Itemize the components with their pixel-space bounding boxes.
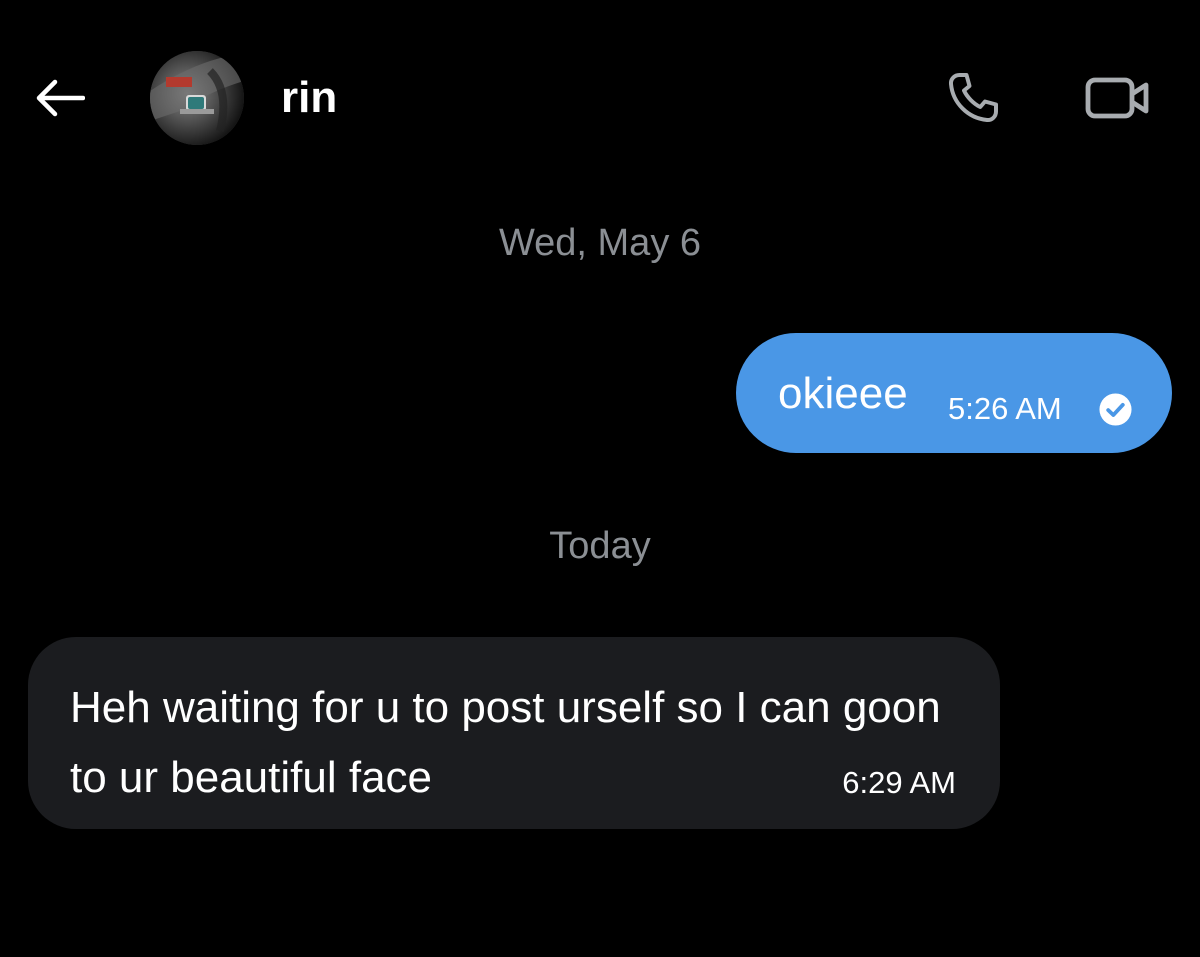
avatar[interactable] xyxy=(150,51,244,145)
video-camera-icon xyxy=(1085,77,1149,119)
dm-conversation-screen: rin Wed, May 6 okieee 5:26 AM Today Heh … xyxy=(0,0,1200,957)
date-separator: Wed, May 6 xyxy=(498,222,702,264)
voice-call-button[interactable] xyxy=(938,66,1008,130)
outgoing-message-bubble[interactable]: okieee 5:26 AM xyxy=(736,333,1172,453)
date-separator: Today xyxy=(549,525,651,567)
video-call-button[interactable] xyxy=(1078,66,1158,130)
back-button[interactable] xyxy=(28,70,90,126)
message-timestamp: 6:29 AM xyxy=(842,765,956,800)
contact-name[interactable]: rin xyxy=(281,72,337,124)
message-timestamp: 5:26 AM xyxy=(948,391,1062,426)
read-check-icon xyxy=(1099,393,1132,426)
message-text: okieee xyxy=(778,369,908,418)
phone-icon xyxy=(948,73,998,123)
incoming-message-bubble[interactable]: Heh waiting for u to post urself so I ca… xyxy=(28,637,1000,829)
avatar-image xyxy=(150,51,244,145)
arrow-left-icon xyxy=(36,79,85,117)
message-text: Heh waiting for u to post urself so I ca… xyxy=(70,683,941,802)
